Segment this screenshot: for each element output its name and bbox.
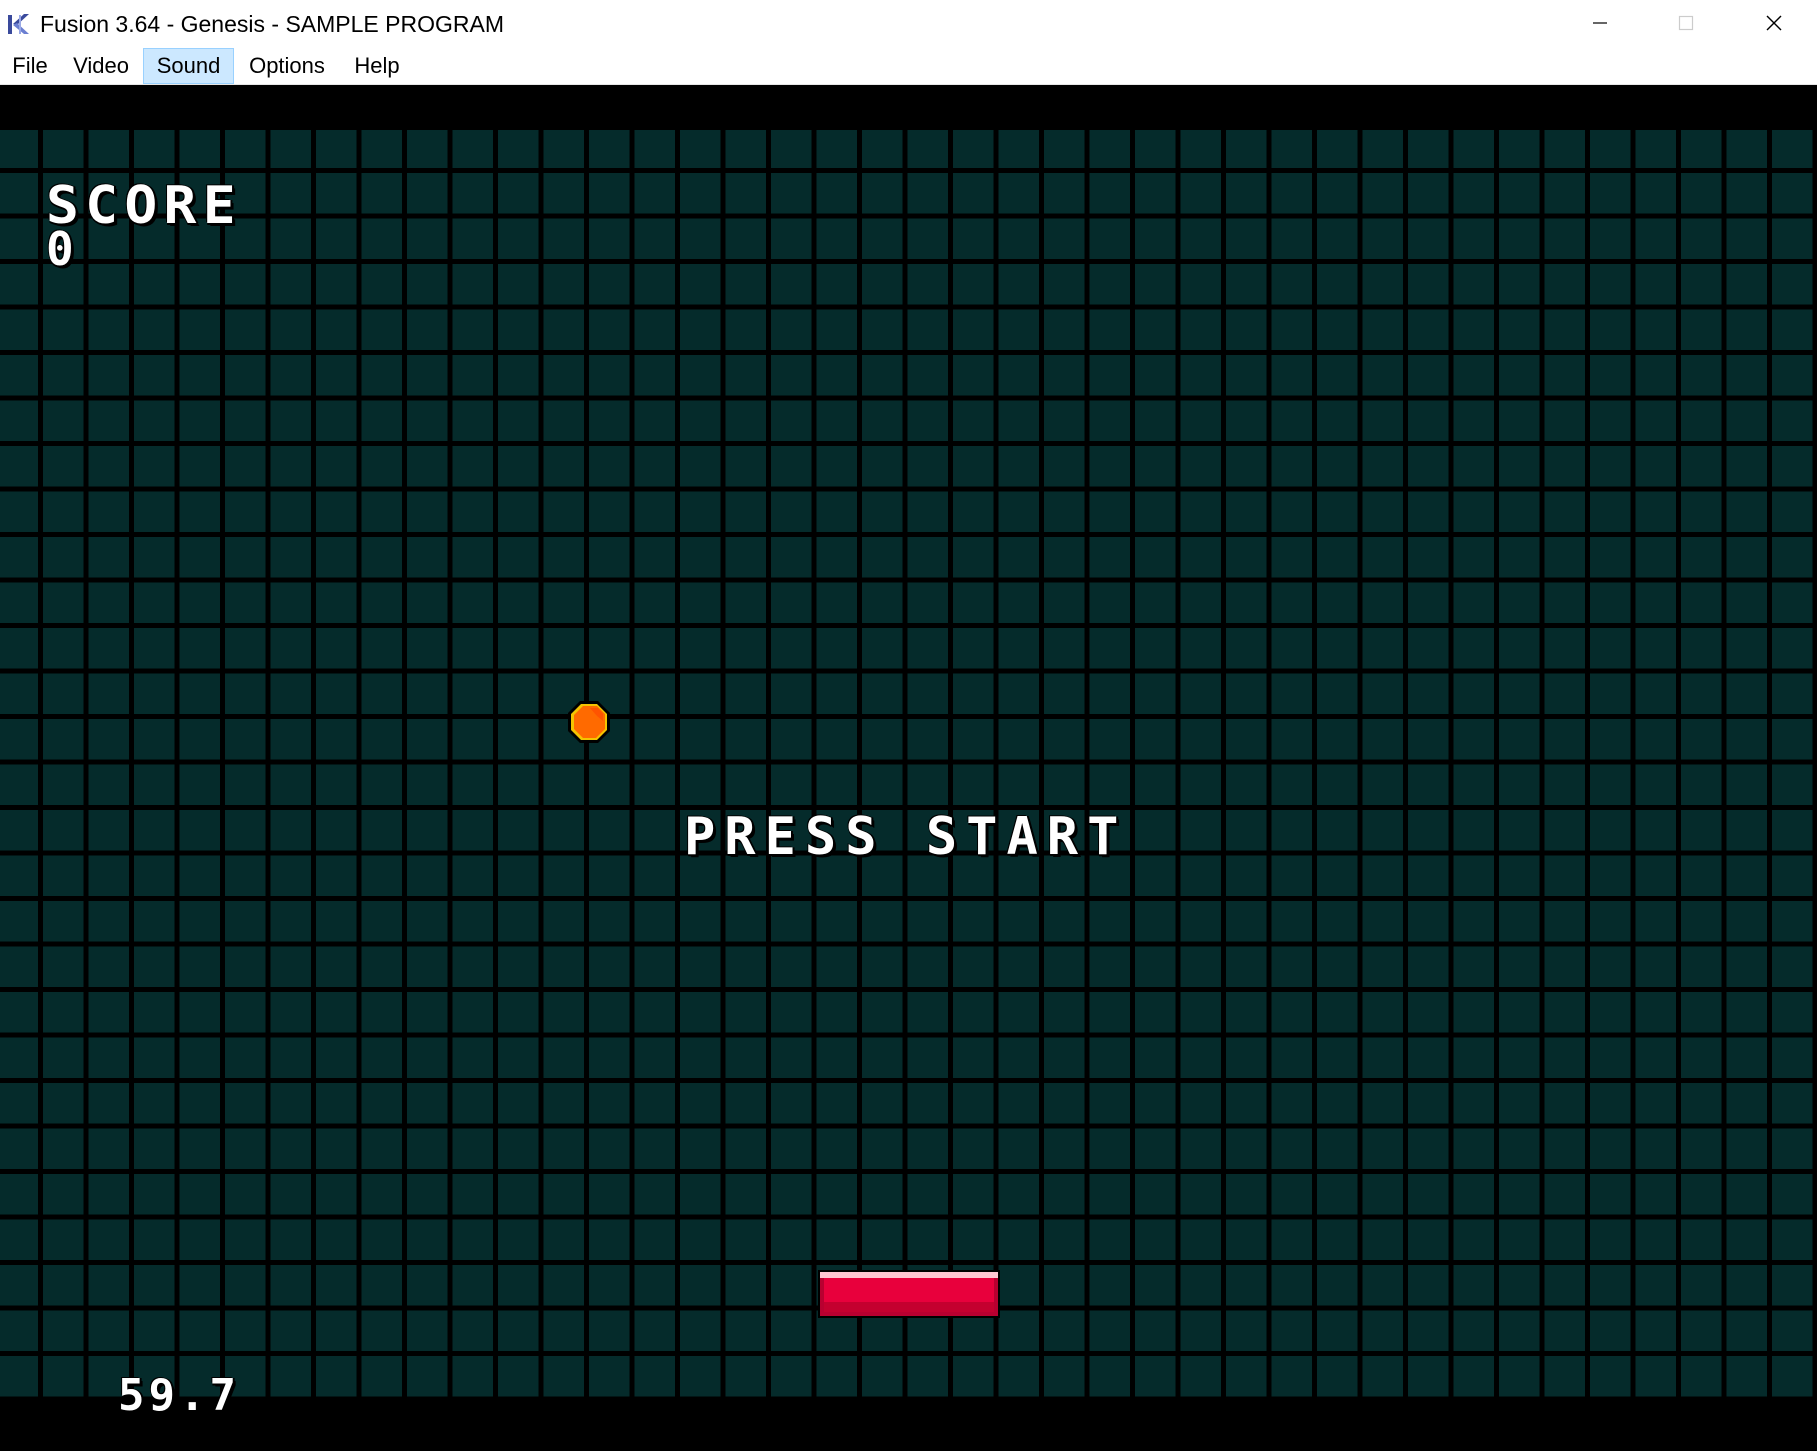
- grid-playfield: [0, 130, 1817, 1400]
- menu-options[interactable]: Options: [240, 48, 334, 84]
- maximize-button[interactable]: [1643, 0, 1729, 46]
- window-title: Fusion 3.64 - Genesis - SAMPLE PROGRAM: [40, 11, 504, 37]
- maximize-icon: [1678, 15, 1694, 31]
- close-button[interactable]: [1731, 0, 1817, 46]
- paddle-sprite: [818, 1270, 1000, 1318]
- fps-counter: 59.7: [118, 1370, 240, 1421]
- menu-video[interactable]: Video: [62, 48, 140, 84]
- fusion-k-icon: [8, 14, 29, 34]
- minimize-icon: [1593, 22, 1607, 24]
- menu-bar: File Video Sound Options Help: [0, 48, 1817, 85]
- press-start-prompt: PRESS START: [684, 807, 1128, 867]
- emulator-window: Fusion 3.64 - Genesis - SAMPLE PROGRAM F…: [0, 0, 1817, 1451]
- menu-file[interactable]: File: [4, 48, 56, 84]
- menu-sound[interactable]: Sound: [143, 48, 234, 84]
- menu-help[interactable]: Help: [344, 48, 410, 84]
- score-label: SCORE: [46, 176, 242, 236]
- minimize-button[interactable]: [1557, 0, 1643, 46]
- title-bar[interactable]: Fusion 3.64 - Genesis - SAMPLE PROGRAM: [0, 0, 1817, 48]
- close-icon: [1766, 15, 1782, 31]
- ball-sprite: [568, 701, 610, 743]
- score-value: 0: [46, 222, 74, 276]
- game-screen[interactable]: SCORE 0 PRESS START 59.7: [0, 85, 1817, 1451]
